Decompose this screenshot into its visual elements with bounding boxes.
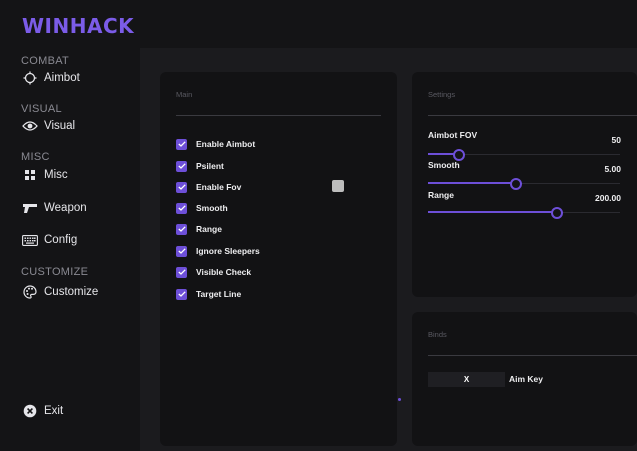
slider-range[interactable]: [428, 207, 620, 219]
checkmark-icon[interactable]: [176, 288, 187, 300]
checkmark-icon[interactable]: [176, 181, 187, 193]
checkbox-enable-fov[interactable]: Enable Fov: [176, 180, 241, 194]
accent-dot: [398, 398, 401, 401]
checkbox-enable-aimbot[interactable]: Enable Aimbot: [176, 137, 255, 151]
slider-knob[interactable]: [510, 178, 523, 190]
sidebar-item-visual[interactable]: Visual: [22, 117, 75, 135]
sidebar-item-label: Customize: [44, 286, 99, 298]
checkbox-label: Visible Check: [196, 267, 252, 277]
checkmark-icon[interactable]: [176, 223, 187, 235]
checkbox-label: Target Line: [196, 289, 242, 299]
checkmark-icon[interactable]: [176, 160, 187, 172]
sidebar: COMBAT Aimbot VISUAL Visual MISC Misc We…: [0, 0, 140, 451]
exit-label: Exit: [44, 405, 64, 417]
slider-label-smooth: Smooth: [428, 160, 460, 170]
gun-icon: [22, 200, 38, 216]
sidebar-item-label: Misc: [44, 169, 68, 181]
panel-title-binds: Binds: [428, 330, 447, 339]
crosshair-icon: [22, 70, 38, 86]
divider: [176, 115, 381, 116]
checkbox-label: Smooth: [196, 203, 228, 213]
checkbox-label: Enable Aimbot: [196, 139, 256, 149]
exit-button[interactable]: Exit: [22, 402, 63, 420]
sidebar-item-customize[interactable]: Customize: [22, 283, 98, 301]
main-panel: Main Enable Aimbot Psilent Enable Fov Sm…: [160, 72, 397, 446]
slider-value-smooth: 5.00: [604, 164, 621, 174]
checkbox-label: Enable Fov: [196, 182, 242, 192]
checkbox-ignore-sleepers[interactable]: Ignore Sleepers: [176, 244, 260, 258]
checkmark-icon[interactable]: [176, 266, 187, 278]
slider-value-range: 200.00: [595, 193, 621, 203]
fov-color-picker[interactable]: [332, 180, 344, 192]
section-label-combat: COMBAT: [21, 55, 70, 67]
binds-panel: Binds X Aim Key: [412, 312, 637, 446]
sidebar-item-config[interactable]: Config: [22, 231, 77, 249]
sidebar-item-label: Config: [44, 234, 78, 246]
section-label-customize: CUSTOMIZE: [21, 266, 89, 278]
checkbox-label: Ignore Sleepers: [196, 246, 260, 256]
sidebar-item-aimbot[interactable]: Aimbot: [22, 69, 80, 87]
divider: [428, 115, 637, 116]
divider: [428, 355, 637, 356]
checkbox-smooth[interactable]: Smooth: [176, 201, 228, 215]
section-label-misc: MISC: [21, 151, 50, 163]
checkmark-icon[interactable]: [176, 138, 187, 150]
checkbox-visible-check[interactable]: Visible Check: [176, 265, 251, 279]
settings-panel: Settings Aimbot FOV 50 Smooth 5.00 Range…: [412, 72, 637, 297]
checkbox-label: Psilent: [196, 161, 224, 171]
keyboard-icon: [22, 232, 38, 248]
panel-title-main: Main: [176, 90, 193, 99]
aim-key-label: Aim Key: [509, 374, 544, 384]
aim-key-button[interactable]: X: [428, 372, 505, 387]
slider-value-aimbot-fov: 50: [611, 135, 621, 145]
slider-label-aimbot-fov: Aimbot FOV: [428, 130, 478, 140]
slider-knob[interactable]: [550, 207, 563, 219]
sidebar-item-label: Weapon: [44, 202, 87, 214]
checkbox-label: Range: [196, 224, 222, 234]
sidebar-item-weapon[interactable]: Weapon: [22, 199, 87, 217]
slider-aimbot-fov[interactable]: [428, 149, 620, 161]
checkbox-psilent[interactable]: Psilent: [176, 159, 224, 173]
checkmark-icon[interactable]: [176, 202, 187, 214]
eye-icon: [22, 118, 38, 134]
close-circle-icon: [22, 403, 38, 419]
slider-fill: [428, 211, 557, 213]
slider-label-range: Range: [428, 190, 454, 200]
sidebar-item-misc[interactable]: Misc: [22, 166, 68, 184]
palette-icon: [22, 284, 38, 300]
sidebar-item-label: Visual: [44, 120, 76, 132]
checkbox-target-line[interactable]: Target Line: [176, 287, 241, 301]
checkmark-icon[interactable]: [176, 245, 187, 257]
section-label-visual: VISUAL: [21, 103, 62, 115]
panel-title-settings: Settings: [428, 90, 456, 99]
checkbox-range[interactable]: Range: [176, 222, 222, 236]
sidebar-item-label: Aimbot: [44, 72, 80, 84]
grid-icon: [22, 167, 38, 183]
slider-smooth[interactable]: [428, 178, 620, 190]
slider-fill: [428, 182, 517, 184]
